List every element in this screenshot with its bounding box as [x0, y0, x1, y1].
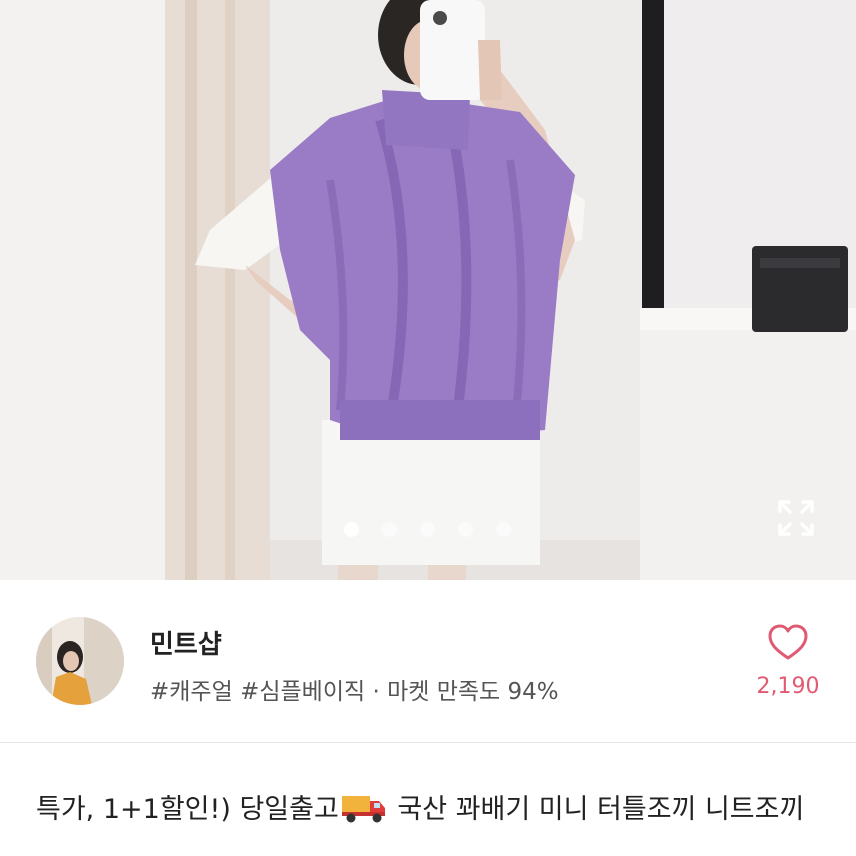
- delivery-truck-icon: [341, 796, 385, 823]
- carousel-dot-1[interactable]: [344, 522, 359, 537]
- carousel-dot-2[interactable]: [382, 522, 397, 537]
- product-title: 특가, 1+1할인!) 당일출고 국산 꽈배기 미니 터틀조끼 니트조끼: [36, 786, 826, 834]
- heart-outline-icon[interactable]: [760, 622, 816, 662]
- product-image[interactable]: [0, 0, 856, 580]
- like-count: 2,190: [756, 674, 820, 699]
- avatar-photo: [36, 617, 124, 705]
- expand-arrows-icon[interactable]: [772, 494, 820, 542]
- product-title-part2: 국산 꽈배기 미니 터틀조끼 니트조끼: [388, 794, 805, 825]
- carousel-indicator: [344, 522, 511, 537]
- carousel-dot-3[interactable]: [420, 522, 435, 537]
- shop-avatar[interactable]: [36, 617, 124, 705]
- product-photo: [0, 0, 856, 580]
- carousel-dot-5[interactable]: [496, 522, 511, 537]
- product-title-part1: 특가, 1+1할인!) 당일출고: [36, 794, 339, 825]
- divider: [0, 742, 856, 743]
- shop-tags: #캐주얼 #심플베이직 · 마켓 만족도 94%: [150, 679, 559, 705]
- carousel-dot-4[interactable]: [458, 522, 473, 537]
- shop-name[interactable]: 민트샵: [150, 624, 222, 661]
